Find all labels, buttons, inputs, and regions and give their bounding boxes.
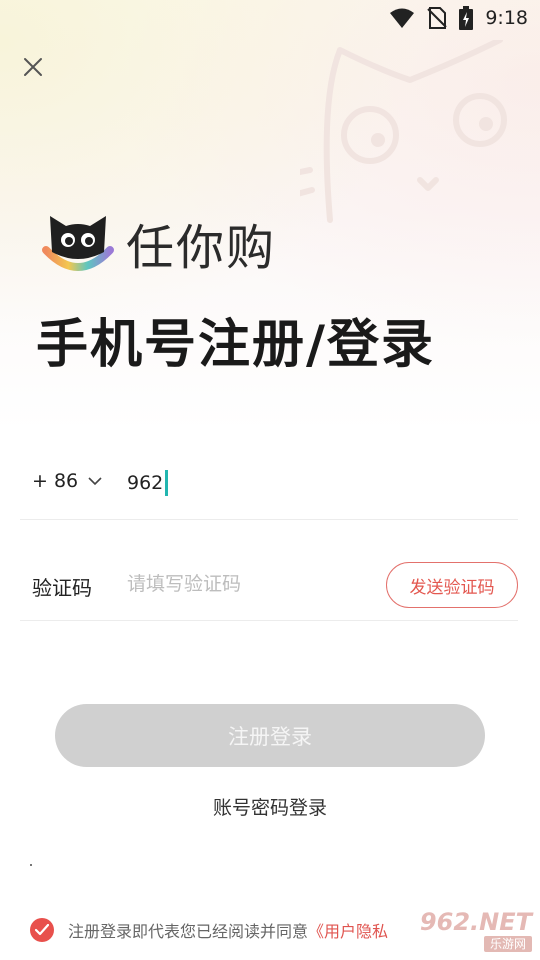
privacy-policy-link[interactable]: 《用户隐私 [308, 918, 388, 942]
check-icon [35, 924, 49, 936]
status-bar: 9:18 [0, 0, 540, 36]
watermark-site-name: 962.NET [419, 908, 532, 936]
cat-watermark-icon [300, 40, 507, 223]
page-title: 手机号注册/登录 [36, 315, 435, 375]
close-button[interactable] [20, 54, 46, 80]
chevron-down-icon [88, 477, 102, 486]
agreement-row: 注册登录即代表您已经阅读并同意 《用户隐私 [30, 918, 388, 942]
send-code-button[interactable]: 发送验证码 [386, 562, 518, 608]
country-code-selector[interactable]: + 86 [32, 470, 102, 492]
watermark-site-label: 乐游网 [483, 936, 532, 952]
battery-charging-icon [459, 6, 474, 30]
password-login-link[interactable]: 账号密码登录 [0, 793, 540, 820]
code-input[interactable] [127, 569, 367, 599]
phone-row: + 86 962 [20, 420, 518, 520]
site-watermark: 962.NET 乐游网 [402, 908, 532, 954]
wifi-icon [390, 8, 415, 28]
agreement-text: 注册登录即代表您已经阅读并同意 [68, 922, 309, 941]
status-time: 9:18 [485, 7, 528, 29]
brand-name: 任你购 [126, 220, 277, 276]
text-cursor [165, 470, 169, 496]
status-icons: 9:18 [389, 6, 528, 30]
register-login-button[interactable]: 注册登录 [55, 704, 485, 767]
close-icon [24, 58, 42, 76]
code-label: 验证码 [32, 576, 92, 600]
divider-dot [30, 864, 32, 866]
phone-input-value: 962 [127, 472, 164, 494]
agreement-checkbox[interactable] [30, 918, 54, 942]
no-sim-icon [427, 7, 448, 29]
country-code-label: + 86 [32, 470, 79, 492]
phone-input[interactable]: 962 [127, 470, 169, 496]
brand-logo: 任你购 [40, 208, 276, 278]
cat-logo-icon [42, 216, 114, 271]
code-row: 验证码 发送验证码 [20, 521, 518, 621]
